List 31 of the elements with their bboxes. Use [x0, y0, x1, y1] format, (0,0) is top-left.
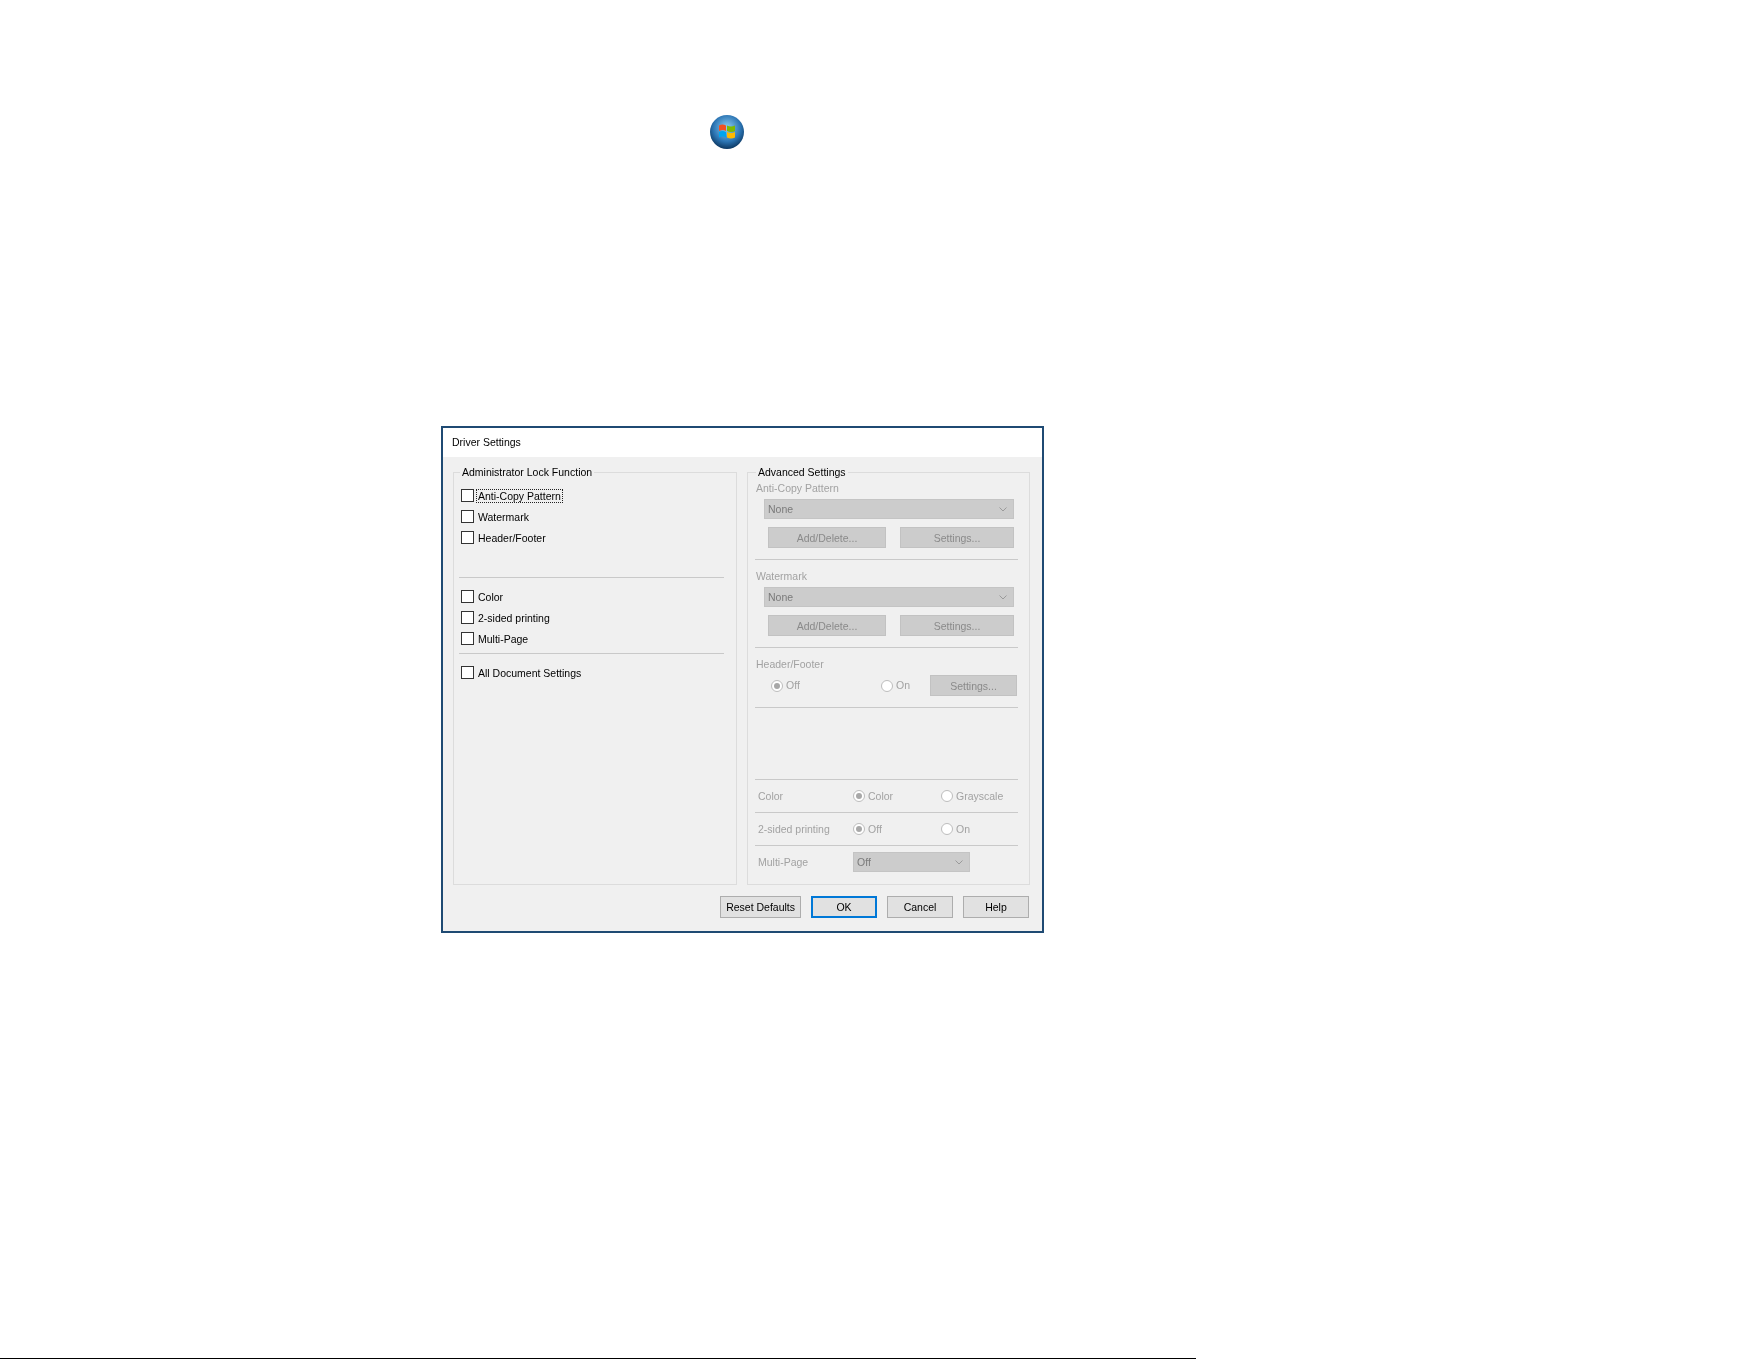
- chevron-down-icon: [955, 859, 963, 865]
- checkbox-label[interactable]: Anti-Copy Pattern: [476, 488, 563, 503]
- dialog-button[interactable]: OK: [811, 896, 877, 918]
- chevron-down-icon: [999, 594, 1007, 600]
- checkbox-label[interactable]: 2-sided printing: [476, 610, 552, 625]
- setting-label: Watermark: [755, 570, 808, 583]
- checkbox-label[interactable]: Watermark: [476, 509, 531, 524]
- checkbox[interactable]: [461, 489, 474, 502]
- checkbox[interactable]: [461, 531, 474, 544]
- setting-label: Header/Footer: [755, 658, 825, 671]
- setting-label: Multi-Page: [758, 856, 810, 868]
- setting-label: Color: [758, 790, 785, 802]
- group-title: Advanced Settings: [757, 466, 847, 479]
- dialog-button[interactable]: Cancel: [887, 896, 953, 918]
- setting-label: 2-sided printing: [758, 823, 831, 835]
- flag-orb-icon: [710, 115, 744, 149]
- checkbox[interactable]: [461, 510, 474, 523]
- checkbox[interactable]: [461, 590, 474, 603]
- dialog-button[interactable]: Help: [963, 896, 1029, 918]
- setting-label: Anti-Copy Pattern: [755, 482, 840, 495]
- dialog-title: Driver Settings: [452, 436, 521, 449]
- checkbox-label[interactable]: Color: [476, 589, 506, 604]
- checkbox[interactable]: [461, 666, 474, 679]
- checkbox-label[interactable]: Header/Footer: [476, 530, 548, 545]
- checkbox-label[interactable]: Multi-Page: [476, 631, 531, 646]
- chevron-down-icon: [999, 506, 1007, 512]
- checkbox[interactable]: [461, 632, 474, 645]
- checkbox-label[interactable]: All Document Settings: [476, 665, 584, 680]
- checkbox[interactable]: [461, 611, 474, 624]
- dialog-button[interactable]: Reset Defaults: [720, 896, 801, 918]
- group-title: Administrator Lock Function: [461, 466, 594, 479]
